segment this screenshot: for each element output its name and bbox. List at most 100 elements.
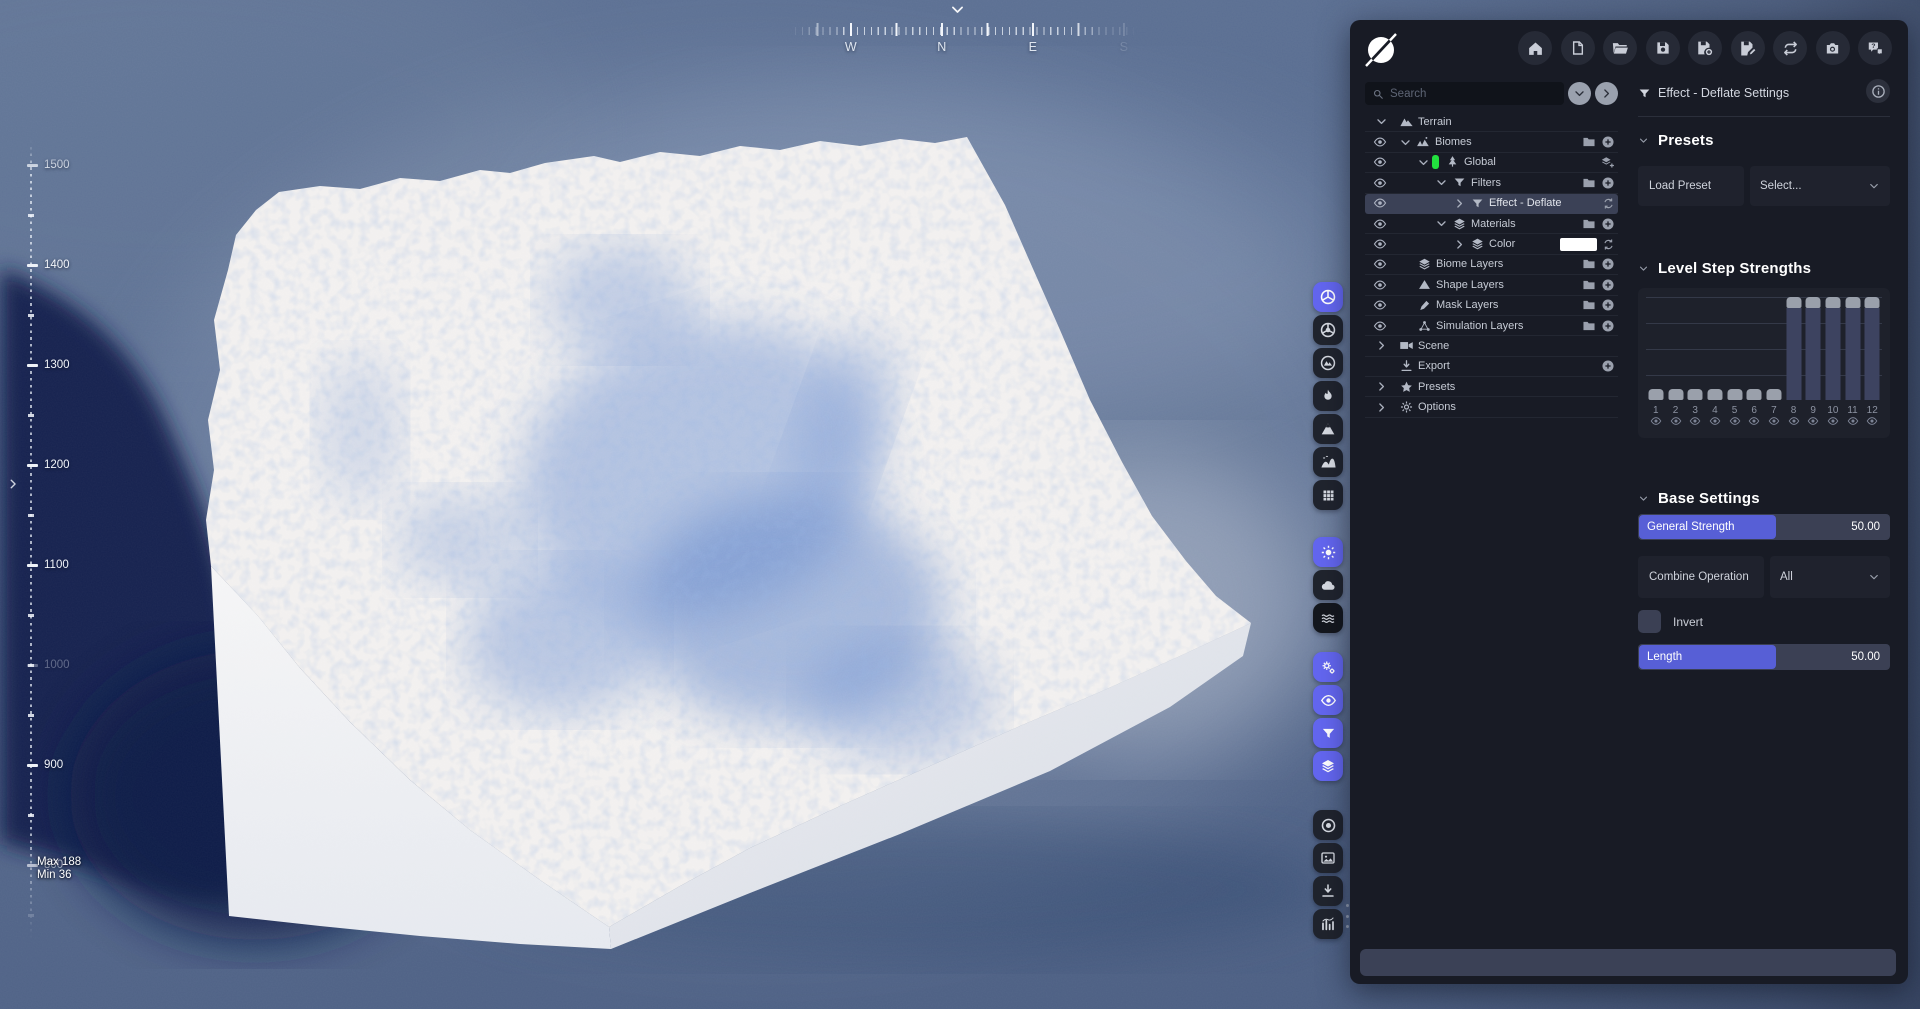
status-progress-bar[interactable] [1360, 949, 1896, 976]
tree-row-color[interactable]: Color [1365, 234, 1618, 254]
tree-row-materials[interactable]: Materials [1365, 214, 1618, 234]
bar-eye-toggle[interactable] [1705, 412, 1725, 430]
app-logo-icon[interactable] [1358, 26, 1406, 74]
refresh-icon[interactable] [1602, 197, 1615, 210]
add-icon[interactable] [1601, 298, 1615, 312]
eye-icon[interactable] [1373, 257, 1387, 271]
eye-icon[interactable] [1373, 298, 1387, 312]
chart-bar-6[interactable]: 6 [1744, 288, 1764, 430]
left-panel-expand-handle-icon[interactable] [6, 477, 20, 491]
rail-record-button[interactable] [1313, 810, 1343, 840]
folder-icon[interactable] [1582, 217, 1596, 231]
rail-erosion-button[interactable] [1313, 381, 1343, 411]
bar-cap-handle[interactable] [1688, 389, 1703, 400]
rail-clouds-button[interactable] [1313, 570, 1343, 600]
eye-icon[interactable] [1373, 196, 1387, 210]
help-button[interactable] [1858, 31, 1892, 65]
tree-row-presets[interactable]: Presets [1365, 377, 1618, 397]
add-icon[interactable] [1601, 359, 1615, 373]
tree-row-biome-layers[interactable]: Biome Layers [1365, 255, 1618, 275]
folder-icon[interactable] [1582, 298, 1596, 312]
rail-landscape-button[interactable] [1313, 447, 1343, 477]
chart-bar-12[interactable]: 12 [1862, 288, 1882, 430]
bar-eye-toggle[interactable] [1823, 412, 1843, 430]
bar[interactable] [1786, 308, 1801, 400]
search-input[interactable]: Search [1365, 82, 1564, 105]
chart-bar-9[interactable]: 9 [1803, 288, 1823, 430]
tree-expand-button[interactable] [1595, 82, 1618, 105]
eye-icon[interactable] [1373, 155, 1387, 169]
tree-row-export[interactable]: Export [1365, 357, 1618, 377]
rail-statistics-button[interactable] [1313, 909, 1343, 939]
rail-simulation-settings-button[interactable] [1313, 652, 1343, 682]
screenshot-button[interactable] [1816, 31, 1850, 65]
open-folder-button[interactable] [1603, 31, 1637, 65]
bar-cap-handle[interactable] [1845, 297, 1860, 308]
bar-eye-toggle[interactable] [1803, 412, 1823, 430]
rail-biome-mode-button[interactable] [1313, 315, 1343, 345]
folder-icon[interactable] [1582, 278, 1596, 292]
eye-icon[interactable] [1373, 176, 1387, 190]
add-icon[interactable] [1601, 257, 1615, 271]
tree-row-biomes[interactable]: Biomes [1365, 132, 1618, 152]
bar-eye-toggle[interactable] [1843, 412, 1863, 430]
chart-bar-10[interactable]: 10 [1823, 288, 1843, 430]
sync-button[interactable] [1773, 31, 1807, 65]
save-edit-button[interactable] [1731, 31, 1765, 65]
chevron-right-icon[interactable] [1373, 401, 1390, 414]
folder-icon[interactable] [1582, 257, 1596, 271]
add-icon[interactable] [1601, 176, 1615, 190]
chevron-right-icon[interactable] [1373, 339, 1390, 352]
rail-filters-button[interactable] [1313, 718, 1343, 748]
add-icon[interactable] [1601, 135, 1615, 149]
bar-cap-handle[interactable] [1766, 389, 1781, 400]
eye-icon[interactable] [1373, 278, 1387, 292]
info-button[interactable] [1866, 79, 1890, 103]
add-icon[interactable] [1601, 217, 1615, 231]
bar-cap-handle[interactable] [1806, 297, 1821, 308]
folder-icon[interactable] [1582, 135, 1596, 149]
bar-eye-toggle[interactable] [1725, 412, 1745, 430]
bar-cap-handle[interactable] [1707, 389, 1722, 400]
refresh-icon[interactable] [1602, 238, 1615, 251]
tree-row-effect-deflate[interactable]: Effect - Deflate [1365, 194, 1618, 214]
bar[interactable] [1825, 308, 1840, 400]
chevron-right-icon[interactable] [1451, 238, 1468, 251]
invert-checkbox[interactable] [1638, 610, 1661, 633]
general-strength-slider[interactable]: General Strength 50.00 [1638, 514, 1890, 540]
chart-bar-4[interactable]: 4 [1705, 288, 1725, 430]
tree-row-scene[interactable]: Scene [1365, 336, 1618, 356]
chart-bar-11[interactable]: 11 [1843, 288, 1863, 430]
add-icon[interactable] [1601, 319, 1615, 333]
folder-icon[interactable] [1582, 176, 1596, 190]
bar[interactable] [1865, 308, 1880, 400]
chevron-down-icon[interactable] [1433, 176, 1450, 189]
folder-icon[interactable] [1582, 319, 1596, 333]
bar-cap-handle[interactable] [1648, 389, 1663, 400]
bar-eye-toggle[interactable] [1862, 412, 1882, 430]
rail-terrain-view-button[interactable] [1313, 348, 1343, 378]
color-swatch[interactable] [1560, 238, 1597, 251]
chevron-down-icon[interactable] [1433, 217, 1450, 230]
rail-sun-lighting-button[interactable] [1313, 537, 1343, 567]
bar-eye-toggle[interactable] [1764, 412, 1784, 430]
tree-row-options[interactable]: Options [1365, 397, 1618, 417]
compass-bar[interactable]: W N E S [788, 14, 1140, 58]
bar-cap-handle[interactable] [1747, 389, 1762, 400]
chevron-right-icon[interactable] [1373, 380, 1390, 393]
bar[interactable] [1845, 308, 1860, 400]
chart-bar-5[interactable]: 5 [1725, 288, 1745, 430]
add-layer-icon[interactable] [1600, 155, 1615, 170]
tree-row-global[interactable]: Global [1365, 153, 1618, 173]
rail-screenshot-gallery-button[interactable] [1313, 843, 1343, 873]
rail-water-button[interactable] [1313, 603, 1343, 633]
bar-eye-toggle[interactable] [1784, 412, 1804, 430]
bar-eye-toggle[interactable] [1646, 412, 1666, 430]
chart-bar-3[interactable]: 3 [1685, 288, 1705, 430]
chevron-right-icon[interactable] [1451, 197, 1468, 210]
chevron-down-icon[interactable] [1373, 115, 1390, 128]
save-button[interactable] [1646, 31, 1680, 65]
tree-row-simulation-layers[interactable]: Simulation Layers [1365, 316, 1618, 336]
level-steps-section-header[interactable]: Level Step Strengths [1638, 260, 1811, 277]
presets-section-header[interactable]: Presets [1638, 132, 1714, 149]
